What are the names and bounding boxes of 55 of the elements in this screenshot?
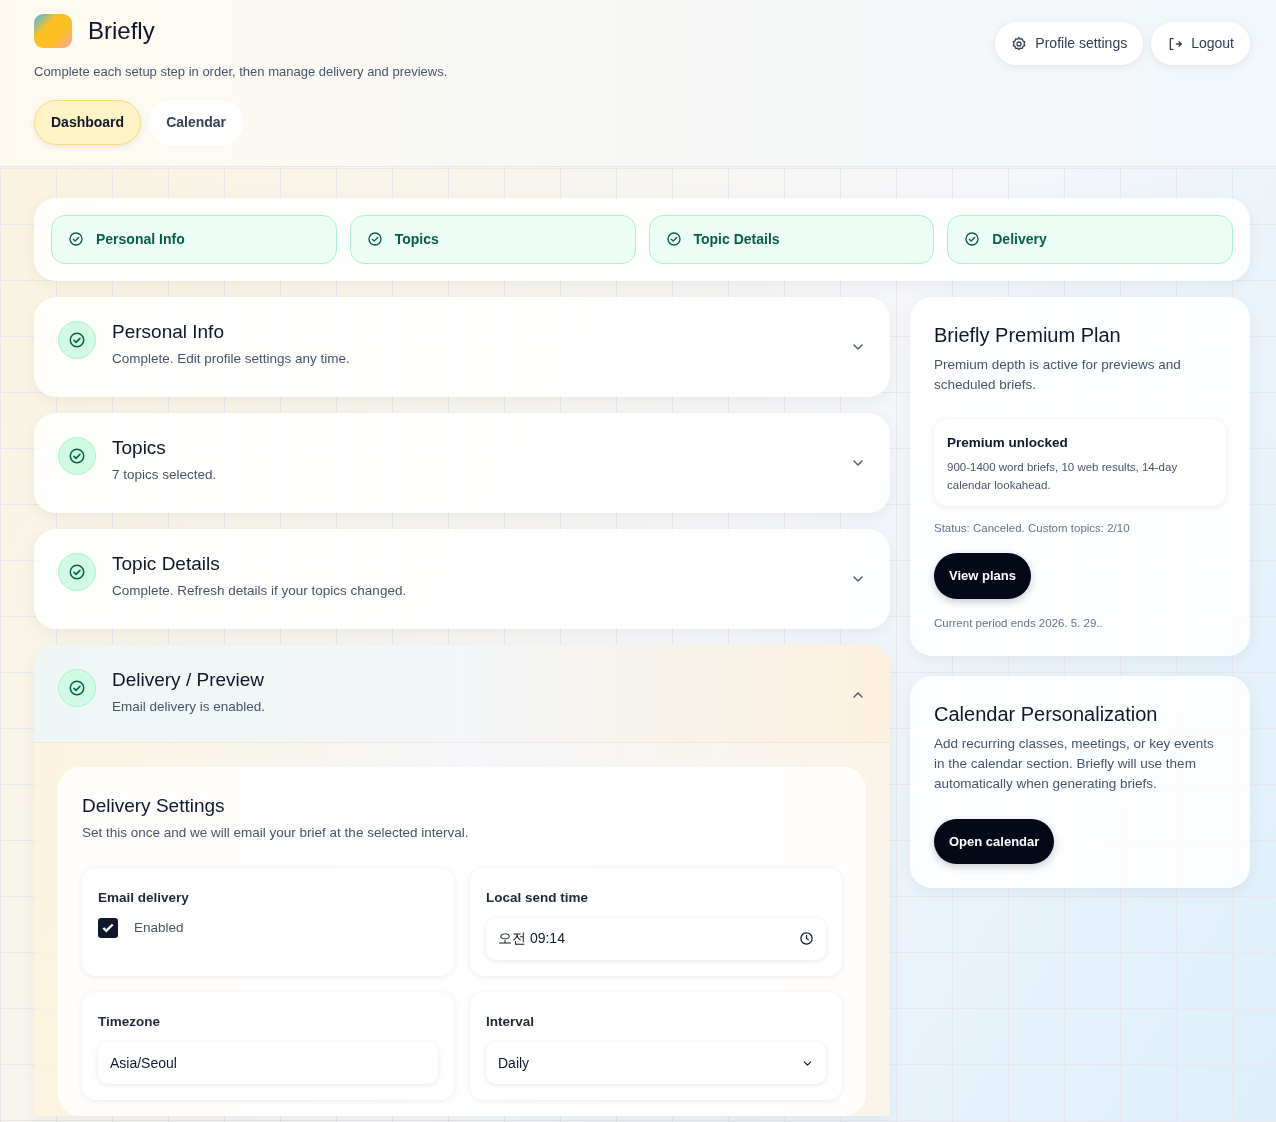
calendar-title: Calendar Personalization [934,701,1159,726]
check-circle-icon [68,678,86,697]
email-checkbox[interactable] [98,918,118,939]
check-circle-icon [68,562,86,581]
step-item[interactable]: Personal Info [51,214,337,264]
field-label: Timezone [98,1013,161,1031]
check-circle-icon [68,231,84,247]
check-circle-icon [366,231,383,247]
timezone-field[interactable]: Asia/Seoul [98,1042,438,1085]
check-circle-icon [68,330,86,349]
section-header[interactable]: Delivery / Preview Email delivery is enabled. [34,644,890,743]
app-logo-icon [34,14,72,48]
section-card[interactable]: Topic Details Complete. Refresh details if your topics changed. [34,528,890,629]
nav-tab[interactable]: Calendar [149,99,244,145]
step-item[interactable]: Topic Details [648,214,935,264]
clock-icon [799,931,814,947]
plan-description: Premium depth is active for previews and scheduled briefs. [934,355,1182,394]
section-title: Topic Details [112,552,221,576]
section-card[interactable]: Topics 7 topics selected. [34,412,890,513]
field-label: Local send time [486,888,590,907]
section-title: Personal Info [112,320,225,344]
logout-button[interactable]: Logout [1151,22,1250,65]
settings-description: Set this once and we will email your brief at the selected interval. [82,824,470,843]
step-item[interactable]: Topics [349,214,636,264]
settings-title: Delivery Settings [82,794,226,818]
section-card[interactable]: Personal Info Complete. Edit profile settings any time. [34,296,890,397]
section-summary: 7 topics selected. [112,466,217,485]
view-plans-button[interactable]: View plans [934,553,1031,599]
check-circle-icon [964,231,981,247]
feature-text: 900-1400 word briefs, 10 web results, 14-day calendar lookahead. [947,460,1179,493]
section-title: Delivery / Preview [112,668,266,692]
plan-title: Briefly Premium Plan [934,322,1122,347]
interval-select[interactable]: Daily [486,1042,826,1085]
check-circle-icon [68,446,86,465]
app-title: Briefly [88,16,155,46]
check-circle-icon [665,231,682,247]
logout-icon [1167,35,1184,52]
open-calendar-button[interactable]: Open calendar [934,818,1055,864]
section-title: Topics [112,436,167,460]
settings-button[interactable]: Profile settings [995,22,1144,65]
feature-title: Premium unlocked [947,434,1069,452]
plan-status: Status: Canceled. Custom topics: 2/10 [934,520,1131,536]
section-summary: Complete. Refresh details if your topics changed. [112,582,407,601]
page-subtitle: Complete each setup step in order, then manage delivery and previews. [34,63,448,81]
checkbox-label: Enabled [134,919,184,937]
section-summary: Email delivery is enabled. [112,698,266,717]
plan-period: Current period ends 2026. 5. 29.. [934,615,1104,631]
settings-icon [1011,35,1028,52]
time-field[interactable]: 오전 09:14 [486,918,826,960]
field-label: Interval [486,1013,536,1031]
field-label: Email delivery [98,888,190,907]
nav-tab[interactable]: Dashboard [34,99,142,145]
step-item[interactable]: Delivery [947,214,1233,264]
section-summary: Complete. Edit profile settings any time. [112,350,350,369]
calendar-description: Add recurring classes, meetings, or key events in the calendar section. Briefly will use them automatically when generating briefs. [934,734,1215,794]
